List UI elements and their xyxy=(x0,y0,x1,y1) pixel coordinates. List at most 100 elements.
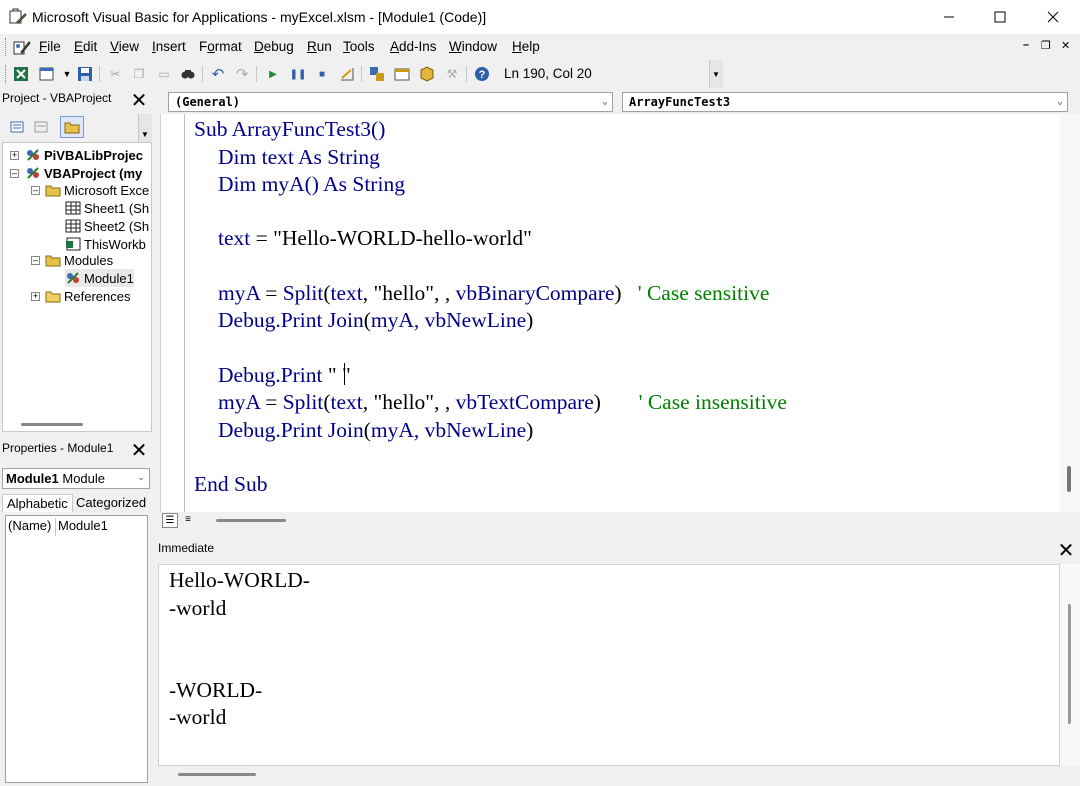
immediate-line: Hello-WORLD- xyxy=(169,568,310,592)
paste-icon[interactable]: ▭ xyxy=(155,65,173,83)
tree-item-references[interactable]: References xyxy=(45,287,130,305)
code-line[interactable]: Debug.Print Join(myA, vbNewLine) xyxy=(218,308,533,333)
immediate-hscrollbar[interactable] xyxy=(158,766,1080,786)
code-line[interactable]: Dim text As String xyxy=(218,145,380,170)
tree-item-excel-objects[interactable]: Microsoft Exce xyxy=(45,181,149,199)
view-object-icon[interactable] xyxy=(32,118,50,136)
collapse-icon[interactable]: – xyxy=(10,169,19,178)
insert-module-icon[interactable] xyxy=(38,65,56,83)
tab-categorized[interactable]: Categorized xyxy=(72,494,150,511)
tree-item-sheet2[interactable]: Sheet2 (Sh xyxy=(65,217,149,235)
properties-object-select[interactable]: Module1 Module ⌄ xyxy=(2,468,150,489)
title-bar: Microsoft Visual Basic for Applications … xyxy=(0,0,1080,34)
expand-icon[interactable]: + xyxy=(31,292,40,301)
object-combo[interactable]: (General) ⌄ xyxy=(168,92,613,112)
immediate-vscroll-thumb[interactable] xyxy=(1068,604,1071,724)
break-icon[interactable]: ❚❚ xyxy=(289,65,307,83)
menu-help[interactable]: Help xyxy=(512,39,540,54)
properties-tabs: Alphabetic Categorized xyxy=(2,492,152,514)
immediate-vscrollbar[interactable] xyxy=(1060,564,1080,766)
menu-add-ins[interactable]: Add-Ins xyxy=(390,39,437,54)
code-line[interactable]: myA = Split(text, "hello", , vbBinaryCom… xyxy=(218,281,769,306)
menu-debug[interactable]: Debug xyxy=(254,39,294,54)
worksheet-icon xyxy=(65,201,81,215)
menu-grip[interactable] xyxy=(5,38,8,56)
procedure-view-icon[interactable]: ☰ xyxy=(162,513,178,528)
collapse-icon[interactable]: – xyxy=(31,256,40,265)
copy-icon[interactable]: ❐ xyxy=(130,65,148,83)
tree-hscroll-thumb[interactable] xyxy=(21,423,83,426)
maximize-icon xyxy=(994,11,1006,23)
code-line[interactable]: End Sub xyxy=(194,472,267,497)
toolbar-grip[interactable] xyxy=(5,65,8,83)
immediate-output[interactable]: Hello-WORLD- -world -WORLD- -world xyxy=(158,564,1060,766)
code-line[interactable]: Debug.Print " " xyxy=(218,363,351,388)
close-button[interactable] xyxy=(1030,0,1076,34)
redo-icon[interactable]: ↷ xyxy=(233,65,251,83)
code-vscroll-thumb[interactable] xyxy=(1067,466,1071,492)
menu-view[interactable]: View xyxy=(110,39,139,54)
maximize-button[interactable] xyxy=(977,0,1023,34)
code-hscroll-thumb[interactable] xyxy=(216,519,286,522)
code-line[interactable]: myA = Split(text, "hello", , vbTextCompa… xyxy=(218,390,787,415)
full-module-view-icon[interactable]: ≡ xyxy=(180,513,196,528)
design-mode-icon[interactable] xyxy=(338,65,356,83)
properties-close-icon[interactable]: ✕ xyxy=(130,440,148,462)
project-panel-header: Project - VBAProject ✕ xyxy=(0,88,152,112)
toggle-folders-icon[interactable] xyxy=(60,116,84,138)
tree-item-vbaproject[interactable]: VBAProject (my xyxy=(25,164,142,182)
menu-tools[interactable]: Tools xyxy=(343,39,375,54)
run-icon[interactable]: ▶ xyxy=(264,65,282,83)
code-editor[interactable]: Sub ArrayFuncTest3() Dim text As String … xyxy=(160,114,1060,512)
view-code-icon[interactable] xyxy=(8,118,26,136)
undo-icon[interactable]: ↶ xyxy=(209,65,227,83)
reset-icon[interactable]: ■ xyxy=(313,65,331,83)
collapse-icon[interactable]: – xyxy=(31,186,40,195)
view-excel-icon[interactable] xyxy=(12,65,30,83)
code-combos: (General) ⌄ ArrayFuncTest3 ⌄ xyxy=(160,88,1080,114)
tree-item-sheet1[interactable]: Sheet1 (Sh xyxy=(65,199,149,217)
mdi-minimize-icon[interactable]: – xyxy=(1023,39,1029,51)
save-icon[interactable] xyxy=(76,65,94,83)
object-browser-icon[interactable] xyxy=(418,65,436,83)
code-margin-indicator-bar[interactable] xyxy=(161,114,185,512)
code-line[interactable]: Dim myA() As String xyxy=(218,172,405,197)
tree-item-module1[interactable]: Module1 xyxy=(65,269,134,287)
toolbar-options-icon[interactable]: ▼ xyxy=(709,60,723,88)
menu-insert[interactable]: Insert xyxy=(152,39,186,54)
code-line[interactable]: Debug.Print Join(myA, vbNewLine) xyxy=(218,418,533,443)
minimize-button[interactable] xyxy=(926,0,972,34)
help-icon[interactable]: ? xyxy=(473,65,491,83)
toolbox-icon[interactable]: ⚒ xyxy=(443,65,461,83)
cut-icon[interactable]: ✂ xyxy=(106,65,124,83)
project-explorer-icon[interactable] xyxy=(368,65,386,83)
vba-module-icon[interactable] xyxy=(12,37,32,57)
menu-run[interactable]: Run xyxy=(307,39,332,54)
mdi-restore-icon[interactable]: ❐ xyxy=(1041,39,1051,52)
menu-format[interactable]: Format xyxy=(199,39,242,54)
tab-alphabetic[interactable]: Alphabetic xyxy=(2,494,73,512)
immediate-line: -world xyxy=(169,705,227,729)
property-row[interactable]: (Name) Module1 xyxy=(6,518,147,536)
properties-window-icon[interactable] xyxy=(393,65,411,83)
menu-window[interactable]: Window xyxy=(449,39,497,54)
module-icon xyxy=(67,272,79,284)
insert-dropdown-icon[interactable]: ▼ xyxy=(58,65,76,83)
tree-item-modules[interactable]: Modules xyxy=(45,251,113,269)
code-vscrollbar[interactable] xyxy=(1060,114,1080,512)
procedure-combo[interactable]: ArrayFuncTest3 ⌄ xyxy=(622,92,1068,112)
immediate-title: Immediate xyxy=(158,541,215,555)
standard-toolbar: ▼ ✂ ❐ ▭ ↶ ↷ ▶ ❚❚ ■ ⚒ ? Ln 190, Col 20 ▼ xyxy=(0,60,1080,88)
immediate-close-icon[interactable]: ✕ xyxy=(1057,540,1075,562)
tree-item-pivbalib[interactable]: PiVBALibProjec xyxy=(25,146,143,164)
project-toolbar-options-icon[interactable]: ▼ xyxy=(138,114,152,142)
mdi-close-icon[interactable]: ✕ xyxy=(1061,39,1070,52)
menu-edit[interactable]: Edit xyxy=(74,39,97,54)
menu-file[interactable]: File xyxy=(39,39,61,54)
expand-icon[interactable]: + xyxy=(10,151,19,160)
code-line[interactable]: text = "Hello-WORLD-hello-world" xyxy=(218,226,532,251)
immediate-hscroll-thumb[interactable] xyxy=(178,773,256,776)
code-line[interactable]: Sub ArrayFuncTest3() xyxy=(194,117,385,142)
find-icon[interactable] xyxy=(179,65,197,83)
project-close-icon[interactable]: ✕ xyxy=(130,90,148,112)
